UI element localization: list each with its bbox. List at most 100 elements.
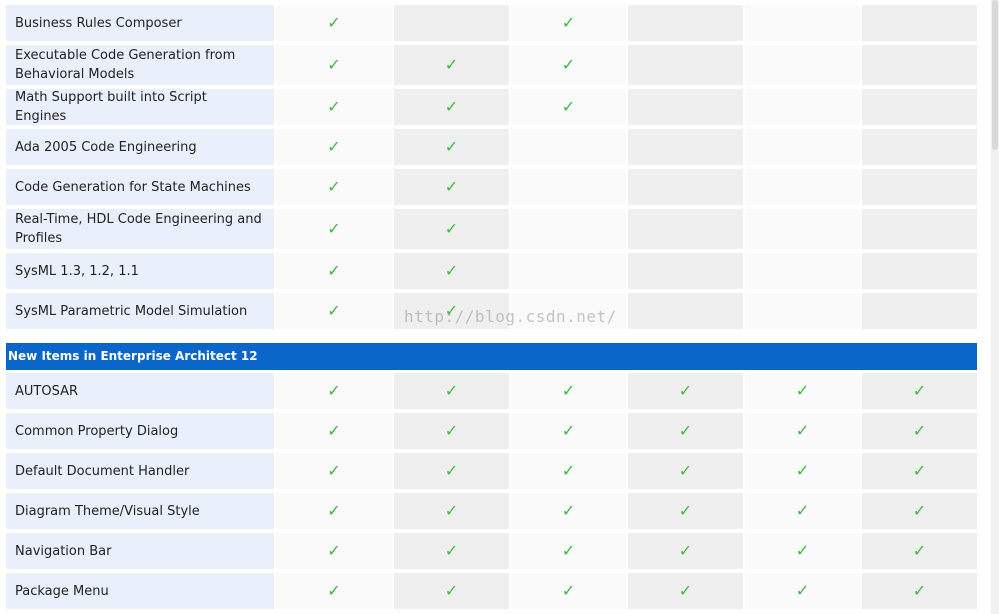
- checkmark-icon: ✓: [795, 501, 810, 520]
- checkmark-icon: ✓: [327, 381, 341, 400]
- checkmark-icon: ✓: [795, 541, 810, 560]
- checkmark-icon: ✓: [678, 381, 693, 400]
- checkmark-icon: ✓: [327, 581, 341, 600]
- edition-cell: ✓: [862, 373, 977, 411]
- feature-name-cell: SysML Parametric Model Simulation: [6, 293, 276, 331]
- edition-cell: [511, 169, 628, 207]
- edition-cell: ✓: [862, 453, 977, 491]
- checkmark-icon: ✓: [444, 381, 459, 400]
- checkmark-icon: ✓: [561, 55, 576, 74]
- edition-cell: ✓: [745, 493, 862, 531]
- edition-cell: ✓: [745, 573, 862, 611]
- edition-cell: ✓: [862, 533, 977, 571]
- checkmark-icon: ✓: [561, 13, 576, 32]
- edition-cell: ✓: [394, 169, 511, 207]
- checkmark-icon: ✓: [795, 461, 810, 480]
- edition-cell: [628, 169, 745, 207]
- feature-name-cell: SysML 1.3, 1.2, 1.1: [6, 253, 276, 291]
- table-row: Default Document Handler ✓ ✓ ✓ ✓ ✓ ✓: [6, 453, 977, 491]
- feature-name-cell: Code Generation for State Machines: [6, 169, 276, 207]
- edition-cell: ✓: [276, 493, 394, 531]
- feature-name-cell: Default Document Handler: [6, 453, 276, 491]
- checkmark-icon: ✓: [327, 177, 341, 196]
- checkmark-icon: ✓: [912, 501, 927, 520]
- edition-cell: ✓: [276, 169, 394, 207]
- feature-name-cell: Package Menu: [6, 573, 276, 611]
- edition-cell: ✓: [276, 45, 394, 87]
- checkmark-icon: ✓: [678, 541, 693, 560]
- edition-cell: ✓: [276, 253, 394, 291]
- checkmark-icon: ✓: [912, 581, 927, 600]
- edition-cell: [628, 89, 745, 127]
- edition-cell: ✓: [511, 45, 628, 87]
- feature-name-cell: Executable Code Generation from Behavior…: [6, 45, 276, 87]
- edition-cell: ✓: [276, 533, 394, 571]
- checkmark-icon: ✓: [444, 55, 459, 74]
- edition-cell: ✓: [394, 129, 511, 167]
- checkmark-icon: ✓: [795, 381, 810, 400]
- edition-cell: ✓: [745, 373, 862, 411]
- edition-cell: [745, 89, 862, 127]
- edition-cell: ✓: [511, 493, 628, 531]
- edition-cell: ✓: [511, 5, 628, 43]
- edition-cell: [745, 129, 862, 167]
- edition-cell: [862, 293, 977, 331]
- edition-cell: ✓: [276, 89, 394, 127]
- edition-cell: [628, 209, 745, 251]
- checkmark-icon: ✓: [444, 541, 459, 560]
- edition-cell: [862, 45, 977, 87]
- edition-cell: [745, 169, 862, 207]
- feature-name-cell: Common Property Dialog: [6, 413, 276, 451]
- checkmark-icon: ✓: [444, 219, 459, 238]
- feature-name-cell: Ada 2005 Code Engineering: [6, 129, 276, 167]
- checkmark-icon: ✓: [795, 421, 810, 440]
- checkmark-icon: ✓: [795, 581, 810, 600]
- edition-cell: [862, 253, 977, 291]
- edition-cell: ✓: [276, 5, 394, 43]
- checkmark-icon: ✓: [912, 381, 927, 400]
- edition-cell: ✓: [745, 533, 862, 571]
- checkmark-icon: ✓: [327, 301, 341, 320]
- edition-cell: [628, 253, 745, 291]
- table-row: Common Property Dialog ✓ ✓ ✓ ✓ ✓ ✓: [6, 413, 977, 451]
- edition-cell: [745, 45, 862, 87]
- checkmark-icon: ✓: [444, 501, 459, 520]
- checkmark-icon: ✓: [444, 97, 459, 116]
- edition-cell: ✓: [276, 209, 394, 251]
- edition-cell: [511, 209, 628, 251]
- edition-cell: ✓: [745, 453, 862, 491]
- table-row: Business Rules Composer ✓ ✓: [6, 5, 977, 43]
- checkmark-icon: ✓: [327, 97, 341, 116]
- checkmark-icon: ✓: [327, 219, 341, 238]
- edition-cell: [862, 209, 977, 251]
- checkmark-icon: ✓: [444, 301, 459, 320]
- table-row: Navigation Bar ✓ ✓ ✓ ✓ ✓ ✓: [6, 533, 977, 571]
- table-row: Diagram Theme/Visual Style ✓ ✓ ✓ ✓ ✓ ✓: [6, 493, 977, 531]
- scrollbar-thumb[interactable]: [992, 0, 998, 150]
- checkmark-icon: ✓: [561, 421, 576, 440]
- checkmark-icon: ✓: [444, 177, 459, 196]
- checkmark-icon: ✓: [912, 421, 927, 440]
- checkmark-icon: ✓: [444, 137, 459, 156]
- edition-cell: [511, 293, 628, 331]
- edition-cell: [628, 45, 745, 87]
- edition-cell: [628, 293, 745, 331]
- edition-cell: ✓: [394, 453, 511, 491]
- edition-cell: ✓: [276, 293, 394, 331]
- checkmark-icon: ✓: [327, 501, 341, 520]
- table-row: Code Generation for State Machines ✓ ✓: [6, 169, 977, 207]
- edition-cell: ✓: [394, 413, 511, 451]
- edition-cell: ✓: [862, 493, 977, 531]
- table-row: AUTOSAR ✓ ✓ ✓ ✓ ✓ ✓: [6, 373, 977, 411]
- edition-cell: [394, 5, 511, 43]
- edition-cell: ✓: [628, 413, 745, 451]
- checkmark-icon: ✓: [561, 381, 576, 400]
- edition-cell: ✓: [394, 89, 511, 127]
- edition-cell: [745, 209, 862, 251]
- edition-cell: [745, 293, 862, 331]
- edition-cell: ✓: [862, 573, 977, 611]
- checkmark-icon: ✓: [912, 541, 927, 560]
- edition-cell: [511, 129, 628, 167]
- checkmark-icon: ✓: [561, 97, 576, 116]
- edition-cell: ✓: [394, 253, 511, 291]
